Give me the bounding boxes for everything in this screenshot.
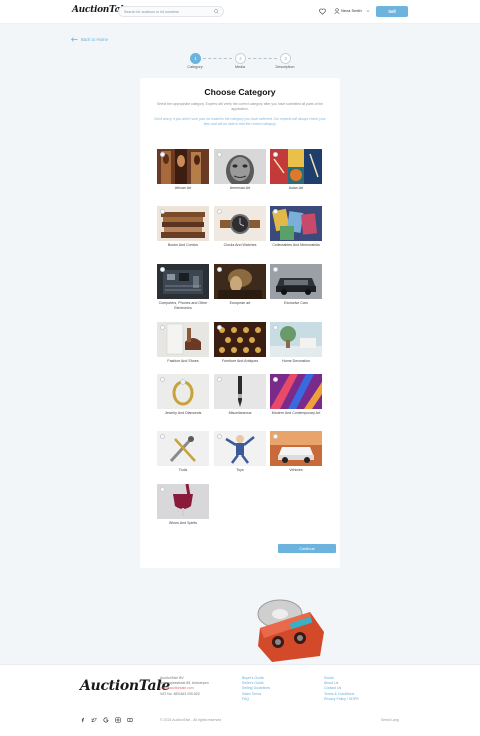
category-radio[interactable]	[160, 325, 165, 330]
footer-links-company: Social About Us Contact Us Terms & Condi…	[324, 676, 359, 702]
category-label: American Art	[229, 186, 251, 190]
category-label: Exclusive Cars	[284, 301, 308, 305]
category-radio[interactable]	[273, 209, 278, 214]
step-2-label: Media	[234, 65, 246, 69]
category-radio[interactable]	[160, 487, 165, 492]
category-radio[interactable]	[160, 377, 165, 382]
search-placeholder: Search for auctions or lot numbers	[124, 10, 179, 14]
category-collectables[interactable]: Collectables And Memorabilia	[270, 206, 322, 248]
step-1-label: Category	[187, 65, 203, 69]
category-clocks-and-watches[interactable]: Clocks And Watches	[214, 206, 266, 248]
category-books-and-comics[interactable]: Books And Comics	[157, 206, 209, 248]
user-icon[interactable]	[334, 8, 340, 14]
footer-links-guides: Buyer's Guide Seller's Guide Selling Gui…	[242, 676, 270, 702]
search-icon[interactable]	[214, 9, 219, 14]
category-radio[interactable]	[217, 267, 222, 272]
step-connector	[248, 58, 277, 59]
search-input[interactable]: Search for auctions or lot numbers	[118, 6, 224, 17]
category-toys[interactable]: Toys	[214, 431, 266, 473]
facebook-icon[interactable]	[80, 717, 86, 723]
category-label: Furniture And Antiques	[221, 359, 259, 363]
category-furniture-and-antiques[interactable]: Furniture And Antiques	[214, 322, 266, 364]
category-label: European art	[229, 301, 251, 305]
category-american-art[interactable]: American Art	[214, 149, 266, 191]
category-radio[interactable]	[160, 267, 165, 272]
category-label: Modern And Contemporary Art	[271, 411, 321, 415]
category-radio[interactable]	[160, 434, 165, 439]
card-note: Don't worry, if you aren't sure your lot…	[154, 117, 326, 126]
category-label: Vehicles	[289, 468, 303, 472]
company-vat: VAT No. BE0463.290.520	[160, 691, 200, 696]
category-fashion-and-shoes[interactable]: Fashion And Shoes	[157, 322, 209, 364]
category-radio[interactable]	[217, 377, 222, 382]
category-miscellaneous[interactable]: Miscellaneous	[214, 374, 266, 416]
category-tools[interactable]: Tools	[157, 431, 209, 473]
category-label: African Art	[174, 186, 192, 190]
category-home-decoration[interactable]: Home Decoration	[270, 322, 322, 364]
step-1-indicator: 1	[190, 53, 201, 64]
step-3-indicator: 3	[280, 53, 291, 64]
footer-logo[interactable]: AuctionTale	[80, 678, 170, 694]
footer-link[interactable]: FAQ	[242, 697, 270, 702]
category-label: Home Decoration	[282, 359, 310, 363]
footer-company-info: AuctionTale BV Antwerpsestraat 85, Antwe…	[160, 676, 209, 697]
category-selection-card: Choose Category Select the appropriate c…	[140, 78, 340, 568]
category-label: Tools	[178, 468, 188, 472]
category-label: Jewelry And Diamonds	[164, 411, 202, 415]
page-title: Choose Category	[204, 87, 276, 97]
category-radio[interactable]	[217, 434, 222, 439]
category-label: Toys	[236, 468, 244, 472]
continue-button[interactable]: Continue	[278, 544, 336, 553]
category-radio[interactable]	[217, 209, 222, 214]
footer-link[interactable]: Selling Guidelines	[242, 686, 270, 691]
twitter-icon[interactable]	[91, 717, 97, 723]
category-modern-art[interactable]: Modern And Contemporary Art	[270, 374, 322, 416]
category-exclusive-cars[interactable]: Exclusive Cars	[270, 264, 322, 306]
footer	[0, 664, 480, 736]
category-radio[interactable]	[217, 152, 222, 157]
youtube-icon[interactable]	[127, 717, 133, 723]
language-selector[interactable]: Select Lang	[381, 718, 399, 722]
category-label: Fashion And Shoes	[167, 359, 199, 363]
arrow-left-icon[interactable]	[71, 37, 78, 42]
category-label: Asian Art	[288, 186, 304, 190]
vintage-viewer-illustration	[257, 599, 324, 662]
card-subtitle: Select the appropriate category. Experts…	[156, 102, 324, 111]
category-radio[interactable]	[217, 325, 222, 330]
back-to-home-link[interactable]: Back to Home	[81, 37, 108, 42]
category-radio[interactable]	[273, 325, 278, 330]
category-radio[interactable]	[273, 377, 278, 382]
user-name[interactable]: Nexa Smith	[341, 8, 362, 13]
heart-icon[interactable]	[319, 8, 326, 15]
category-radio[interactable]	[273, 267, 278, 272]
category-label: Collectables And Memorabilia	[272, 243, 320, 247]
step-connector	[203, 58, 232, 59]
step-2-indicator: 2	[235, 53, 246, 64]
category-radio[interactable]	[273, 152, 278, 157]
instagram-icon[interactable]	[115, 717, 121, 723]
sell-button[interactable]: Sell	[376, 6, 408, 17]
category-radio[interactable]	[160, 152, 165, 157]
step-3-label: Description	[275, 65, 295, 69]
category-asian-art[interactable]: Asian Art	[270, 149, 322, 191]
category-label: Wines And Spirits	[168, 521, 198, 525]
category-african-art[interactable]: African Art	[157, 149, 209, 191]
copyright-text: © 2024 AuctionTale - All rights reserved	[160, 718, 222, 722]
google-icon[interactable]	[103, 717, 109, 723]
category-electronics[interactable]: Computers, Phones and Other Electronics	[157, 264, 209, 311]
category-radio[interactable]	[273, 434, 278, 439]
footer-link[interactable]: Privacy Policy / GDPR	[324, 697, 359, 702]
category-jewelry-and-diamonds[interactable]: Jewelry And Diamonds	[157, 374, 209, 416]
category-vehicles[interactable]: Vehicles	[270, 431, 322, 473]
category-label: Books And Comics	[167, 243, 199, 247]
category-label: Computers, Phones and Other Electronics	[158, 301, 208, 310]
category-european-art[interactable]: European art	[214, 264, 266, 306]
category-wines-and-spirits[interactable]: Wines And Spirits	[157, 484, 209, 526]
category-radio[interactable]	[160, 209, 165, 214]
chevron-down-icon[interactable]	[366, 9, 370, 13]
category-label: Clocks And Watches	[223, 243, 257, 247]
category-label: Miscellaneous	[228, 411, 252, 415]
